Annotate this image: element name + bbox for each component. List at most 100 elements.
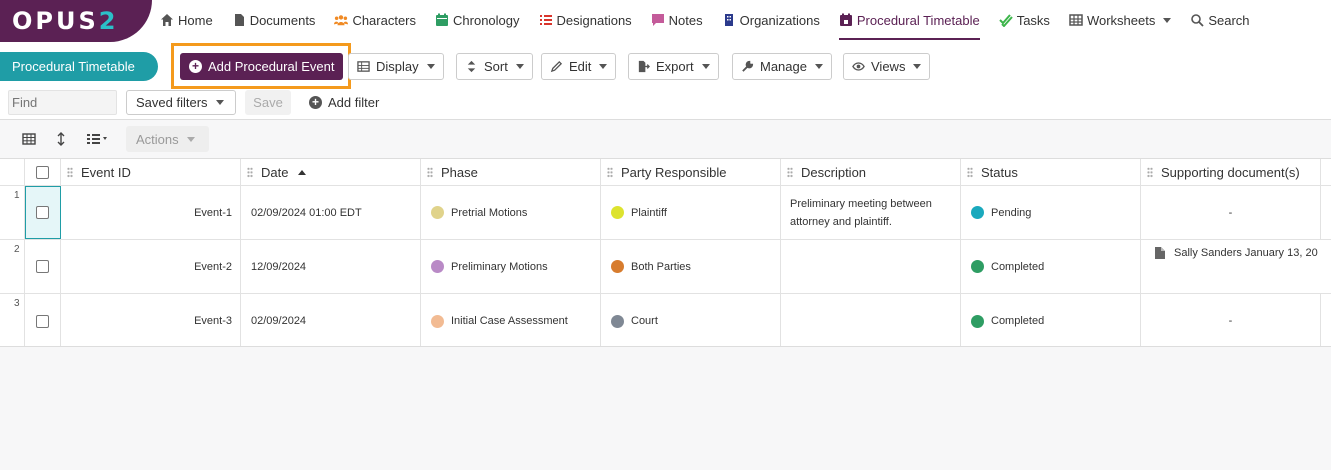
cell-supporting-documents[interactable]: Sally Sanders January 13, 20 <box>1141 240 1331 293</box>
cell-party[interactable]: Plaintiff <box>601 186 781 239</box>
nav-search[interactable]: Search <box>1190 2 1250 40</box>
cell-date[interactable]: 02/09/2024 <box>241 294 421 346</box>
page-title-tab[interactable]: Procedural Timetable <box>0 52 158 81</box>
document-link[interactable]: Sally Sanders January 13, 20 <box>1174 247 1318 259</box>
cell-status[interactable]: Pending <box>961 186 1141 239</box>
add-procedural-event-button[interactable]: + Add Procedural Event <box>180 53 343 80</box>
row-number: 3 <box>0 294 25 346</box>
cell-description[interactable] <box>781 240 961 293</box>
drag-handle-icon[interactable] <box>607 167 613 178</box>
home-icon <box>161 14 173 26</box>
row-checkbox[interactable] <box>36 260 49 273</box>
find-input[interactable] <box>8 90 117 115</box>
header-supporting-documents[interactable]: Supporting document(s) <box>1141 159 1321 185</box>
table-row[interactable]: 3 Event-3 02/09/2024 Initial Case Assess… <box>0 294 1331 346</box>
nav-worksheets[interactable]: Worksheets <box>1069 2 1172 40</box>
comment-icon <box>651 14 664 26</box>
cell-event-id[interactable]: Event-1 <box>61 186 241 239</box>
nav-label: Documents <box>249 12 316 28</box>
drag-handle-icon[interactable] <box>247 167 253 178</box>
cell-description[interactable] <box>781 294 961 346</box>
party-label: Both Parties <box>631 260 691 273</box>
header-label: Date <box>261 164 289 180</box>
cell-supporting-documents[interactable]: - <box>1141 186 1321 239</box>
button-label: Manage <box>760 59 807 74</box>
table-header-row: Event ID Date Phase Party Responsible De… <box>0 159 1331 186</box>
chevron-down-icon <box>215 100 224 105</box>
drag-handle-icon[interactable] <box>967 167 973 178</box>
cell-event-id[interactable]: Event-3 <box>61 294 241 346</box>
saved-filters-dropdown[interactable]: Saved filters <box>126 90 236 115</box>
status-label: Completed <box>991 260 1045 273</box>
save-filter-button[interactable]: Save <box>245 90 291 115</box>
header-event-id[interactable]: Event ID <box>61 159 241 185</box>
export-button[interactable]: Export <box>628 53 719 80</box>
nav-label: Chronology <box>453 12 520 28</box>
drag-handle-icon[interactable] <box>427 167 433 178</box>
cell-description[interactable]: Preliminary meeting between attorney and… <box>781 186 961 239</box>
drag-handle-icon[interactable] <box>67 167 73 178</box>
nav-label: Tasks <box>1016 12 1050 28</box>
nav-designations[interactable]: Designations <box>539 2 632 40</box>
row-select-cell[interactable] <box>25 240 61 293</box>
header-party-responsible[interactable]: Party Responsible <box>601 159 781 185</box>
views-button[interactable]: Views <box>843 53 931 80</box>
row-number: 2 <box>0 240 25 293</box>
cell-status[interactable]: Completed <box>961 240 1141 293</box>
select-all-checkbox[interactable] <box>36 165 49 179</box>
nav-tasks[interactable]: Tasks <box>998 2 1050 40</box>
people-icon <box>334 15 349 26</box>
nav-notes[interactable]: Notes <box>651 2 703 40</box>
row-checkbox[interactable] <box>36 206 49 219</box>
cell-phase[interactable]: Pretrial Motions <box>421 186 601 239</box>
header-status[interactable]: Status <box>961 159 1141 185</box>
manage-button[interactable]: Manage <box>732 53 832 80</box>
cell-date[interactable]: 12/09/2024 <box>241 240 421 293</box>
actions-dropdown[interactable]: Actions <box>126 126 209 152</box>
header-date[interactable]: Date <box>241 159 421 185</box>
nav-label: Procedural Timetable <box>856 12 980 28</box>
table-row[interactable]: 1 Event-1 02/09/2024 01:00 EDT Pretrial … <box>0 186 1331 240</box>
edit-button[interactable]: Edit <box>541 53 617 80</box>
cell-party[interactable]: Court <box>601 294 781 346</box>
wrench-icon <box>742 60 754 72</box>
drag-handle-icon[interactable] <box>1147 167 1153 178</box>
cell-date[interactable]: 02/09/2024 01:00 EDT <box>241 186 421 239</box>
nav-home[interactable]: Home <box>160 2 213 40</box>
eye-icon <box>852 62 865 71</box>
party-label: Court <box>631 315 658 327</box>
sort-button[interactable]: Sort <box>456 53 533 80</box>
table-row[interactable]: 2 Event-2 12/09/2024 Preliminary Motions… <box>0 240 1331 294</box>
header-label: Phase <box>441 164 478 180</box>
cell-status[interactable]: Completed <box>961 294 1141 346</box>
row-select-cell[interactable] <box>25 294 61 346</box>
cell-supporting-documents[interactable]: - <box>1141 294 1321 346</box>
column-chooser-icon[interactable] <box>86 131 112 147</box>
nav-procedural-timetable[interactable]: Procedural Timetable <box>838 2 980 40</box>
nav-documents[interactable]: Documents <box>232 2 316 40</box>
nav-organizations[interactable]: Organizations <box>722 2 820 40</box>
opus2-logo[interactable]: OPUS2 <box>0 0 152 42</box>
header-label: Event ID <box>81 164 131 180</box>
phase-label: Initial Case Assessment <box>451 315 568 327</box>
grid-view-icon[interactable] <box>21 131 37 147</box>
cell-party[interactable]: Both Parties <box>601 240 781 293</box>
header-description[interactable]: Description <box>781 159 961 185</box>
chevron-down-icon <box>701 64 710 69</box>
header-label: Supporting document(s) <box>1161 164 1300 180</box>
party-color-dot <box>611 260 624 273</box>
header-phase[interactable]: Phase <box>421 159 601 185</box>
cell-phase[interactable]: Initial Case Assessment <box>421 294 601 346</box>
row-select-cell[interactable] <box>25 186 61 239</box>
nav-label: Worksheets <box>1086 12 1156 28</box>
display-button[interactable]: Display <box>348 53 444 80</box>
nav-chronology[interactable]: Chronology <box>435 2 520 40</box>
nav-characters[interactable]: Characters <box>334 2 416 40</box>
sort-icon <box>467 60 476 73</box>
drag-handle-icon[interactable] <box>787 167 793 178</box>
row-checkbox[interactable] <box>36 314 49 328</box>
cell-phase[interactable]: Preliminary Motions <box>421 240 601 293</box>
add-filter-button[interactable]: + Add filter <box>309 90 379 115</box>
row-height-icon[interactable] <box>53 131 69 147</box>
cell-event-id[interactable]: Event-2 <box>61 240 241 293</box>
